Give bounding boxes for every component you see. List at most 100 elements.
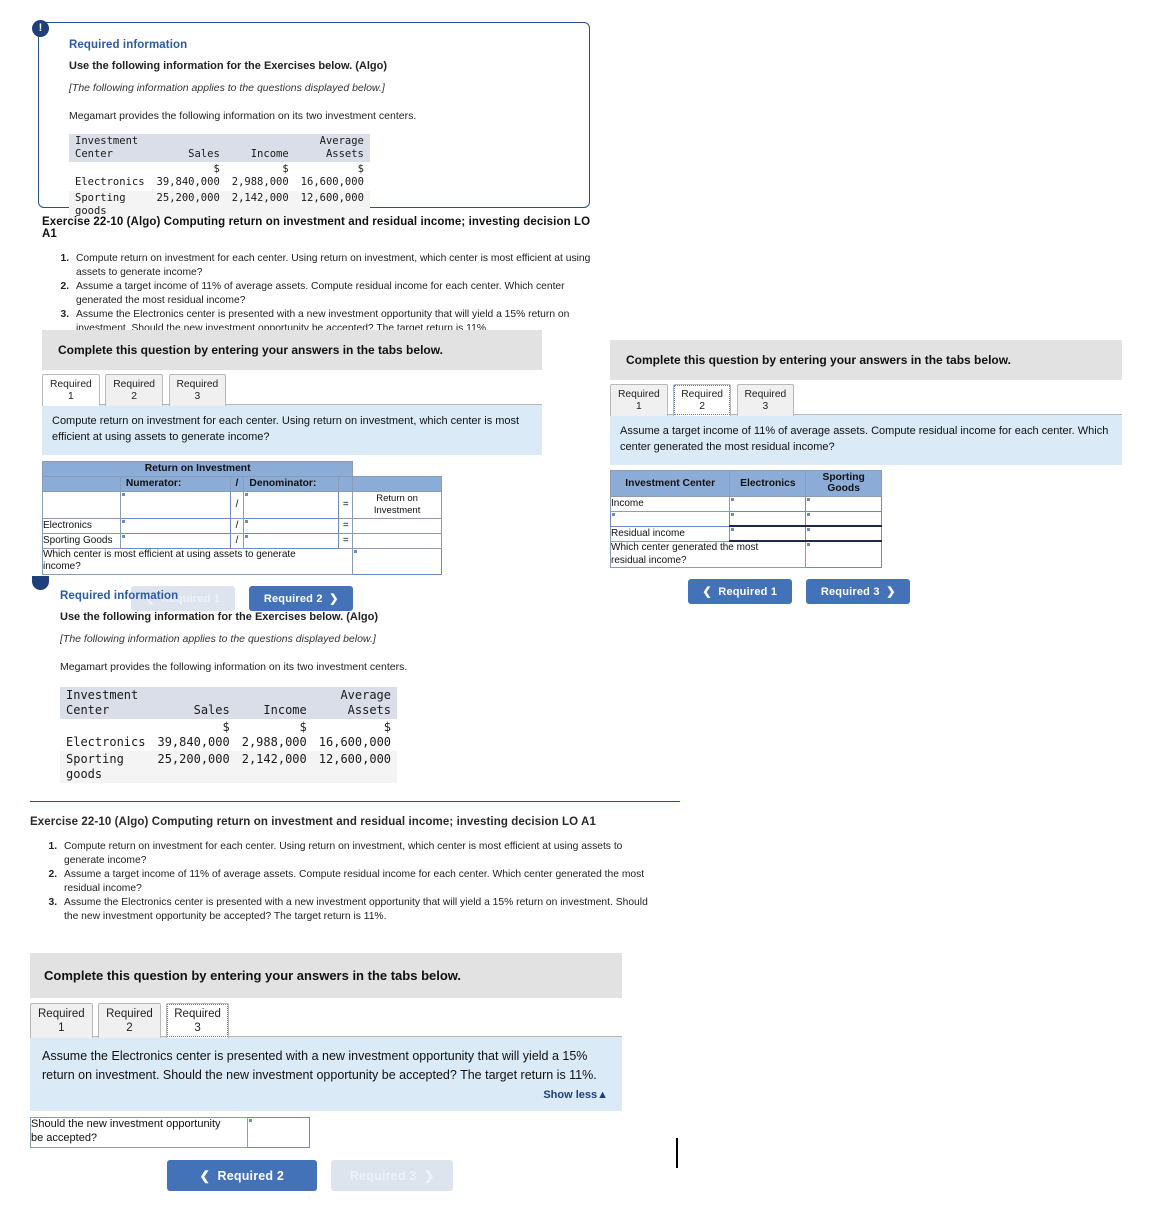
roi-row2-equals: = <box>338 532 354 549</box>
cell-electronics-sales-symbol: $ <box>222 720 230 734</box>
list-item: Assume the Electronics center is present… <box>60 896 660 923</box>
tab-required-2[interactable]: Required 2 <box>98 1003 161 1038</box>
cell-electronics-sales-value: 39,840,000 <box>157 735 230 749</box>
roi-footer-answer-input[interactable] <box>352 547 442 575</box>
ri-footer-question-l2: residual income? <box>611 554 687 566</box>
list-item: Assume a target income of 11% of average… <box>60 868 660 895</box>
tab-required-1-line2: 1 <box>58 1021 65 1034</box>
tab-required-1[interactable]: Required 1 <box>610 384 668 416</box>
tab-required-2[interactable]: Required 2 <box>105 374 164 406</box>
required-information-subtitle-lower: Use the following information for the Ex… <box>60 611 379 623</box>
required-information-panel: Required information Use the following i… <box>38 22 590 219</box>
ri-row-residual-electronics-input[interactable] <box>729 525 807 543</box>
table-row: Sporting goods 25,200,000 2,142,000 12,60… <box>69 190 370 219</box>
nav-prev-button-req3[interactable]: ❮ Required 2 <box>166 1159 317 1191</box>
ri-row-income-sporting-input[interactable] <box>805 495 882 512</box>
investment-centers-table-lower: Investment Center Sales Income Average Ass… <box>60 687 398 783</box>
tab-required-2-line1: Required <box>681 389 724 400</box>
tab-required-3[interactable]: Required 3 <box>736 384 795 416</box>
ri-footer-answer-input[interactable] <box>805 540 882 569</box>
row-label-sporting-goods: Sporting goods <box>60 751 152 783</box>
accept-question-l1: Should the new investment opportunity <box>31 1118 221 1131</box>
ri-row-residual-label: Residual income <box>609 525 731 542</box>
roi-row2-numerator-input[interactable] <box>119 532 231 549</box>
text-cursor-caret <box>676 1138 678 1168</box>
tab-required-3[interactable]: Required 3 <box>166 1003 229 1038</box>
row-label-sporting-l2: goods <box>66 767 103 781</box>
nav-prev-button-req2[interactable]: ❮ Required 1 <box>687 579 792 605</box>
roi-footer-question-l1: Which center is most efficient at using … <box>43 548 296 560</box>
roi-row0-slash: / <box>229 490 245 519</box>
header-income: Income <box>225 134 295 163</box>
ri-row-target-electronics-input[interactable] <box>729 510 807 528</box>
header-average-assets-l1: Average <box>340 688 392 702</box>
table-row: Residual income <box>609 525 882 543</box>
ri-hdr-investment-center: Investment Center <box>609 469 731 497</box>
nav-prev-label-req2: Required 1 <box>718 586 778 599</box>
tab-required-1-line1: Required <box>50 379 92 390</box>
tab-required-2[interactable]: Required 2 <box>673 384 732 416</box>
roi-row0-numerator-input[interactable] <box>119 490 231 519</box>
roi-row1-denominator-input[interactable] <box>243 517 340 534</box>
roi-row1-numerator-input[interactable] <box>119 517 231 534</box>
tab-required-2-line2: 2 <box>699 400 706 412</box>
show-less-toggle[interactable]: Show less▲ <box>30 1085 622 1111</box>
accept-opportunity-table: Should the new investment opportunity be… <box>29 1116 310 1148</box>
table-row: Which center generated the most residual… <box>609 540 882 569</box>
table-row: Which center is most efficient at using … <box>41 547 442 575</box>
cell-electronics-sales: $39,840,000 <box>151 719 236 751</box>
question-prompt-req2: Assume a target income of 11% of average… <box>610 415 1122 465</box>
roi-row2-result <box>352 532 442 549</box>
nav-next-button-req2[interactable]: Required 3 ❯ <box>806 579 911 605</box>
roi-table-title: Return on Investment <box>41 460 354 477</box>
required-info-badge-icon: ! <box>32 20 49 37</box>
ri-row-income-electronics-input[interactable] <box>729 495 807 512</box>
required-information-title: Required information <box>69 39 188 51</box>
ri-row-target-label-input[interactable] <box>609 510 731 527</box>
tab-strip-req2: Required 1 Required 2 Required 3 <box>610 384 1122 416</box>
chevron-right-icon: ❯ <box>886 586 896 599</box>
cell-electronics-income-value: 2,988,000 <box>231 176 289 189</box>
roi-result-header-label: Return on Investment <box>352 490 442 519</box>
nav-next-button-req3[interactable]: Required 3 ❯ <box>331 1159 454 1191</box>
roi-hdr-blank <box>42 475 121 492</box>
roi-row1-equals: = <box>338 517 354 534</box>
tab-required-3-line1: Required <box>176 379 219 390</box>
roi-row2-denominator-input[interactable] <box>243 532 340 549</box>
exercise-title-lower: Exercise 22-10 (Algo) Computing return o… <box>30 816 596 828</box>
header-sales-label: Sales <box>188 148 220 161</box>
cell-electronics-income: $2,988,000 <box>225 162 295 191</box>
tab-required-1[interactable]: Required 1 <box>30 1003 93 1038</box>
required-information-title-lower: Required information <box>60 590 179 602</box>
roi-hdr-result-blank <box>352 475 442 492</box>
tab-required-3-line1: Required <box>174 1008 221 1021</box>
cell-electronics-sales-value: 39,840,000 <box>156 176 220 189</box>
accept-question-l2: be accepted? <box>31 1132 98 1145</box>
roi-row2-slash: / <box>229 532 245 549</box>
header-average-assets-l1: Average <box>319 135 364 147</box>
accept-answer-input[interactable] <box>247 1116 310 1148</box>
cell-electronics-sales: $39,840,000 <box>150 162 226 191</box>
roi-hdr-equals-blank <box>338 475 354 492</box>
tab-required-1-line2: 1 <box>68 390 74 402</box>
chevron-left-icon: ❮ <box>199 1168 211 1183</box>
exercise-question-list-lower: Compute return on investment for each ce… <box>30 840 660 923</box>
tab-required-2-line1: Required <box>106 1008 153 1021</box>
residual-income-table: Investment Center Electronics Sporting G… <box>609 469 882 569</box>
lower-scrolled-section: Required information Use the following i… <box>0 576 700 1191</box>
header-investment-center-l1: Investment <box>66 688 139 702</box>
roi-title-row: Return on Investment <box>41 460 442 477</box>
ri-row-income-label: Income <box>609 495 731 512</box>
ri-hdr-sporting-goods: Sporting Goods <box>805 469 882 497</box>
roi-row1-label: Electronics <box>42 517 121 534</box>
roi-hdr-numerator: Numerator: <box>119 475 231 492</box>
table-row <box>609 510 882 528</box>
tab-required-1[interactable]: Required 1 <box>42 374 100 406</box>
cell-sporting-assets: 12,600,000 <box>294 190 370 219</box>
tab-required-3[interactable]: Required 3 <box>168 374 227 406</box>
table-header-row: Investment Center Sales Income Average Ass… <box>69 134 370 163</box>
ri-row-target-sporting-input[interactable] <box>805 510 882 528</box>
roi-row0-denominator-input[interactable] <box>243 490 340 519</box>
ri-row-residual-sporting-input[interactable] <box>805 525 882 543</box>
tab-required-2-line1: Required <box>113 379 156 390</box>
